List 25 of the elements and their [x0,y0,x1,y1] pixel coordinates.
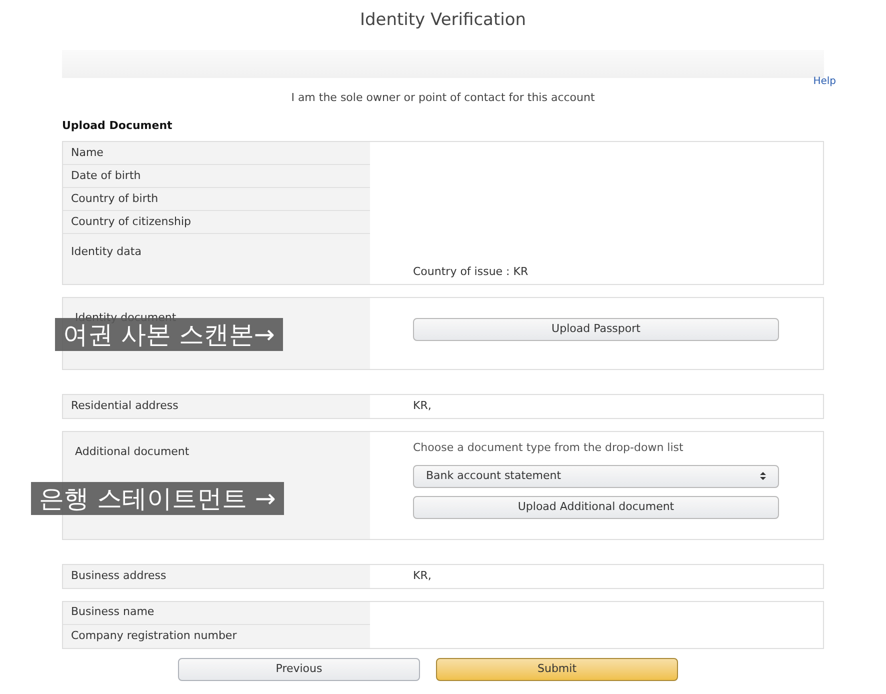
document-type-select[interactable]: Bank account statement [413,464,779,488]
owner-statement: I am the sole owner or point of contact for this account [290,90,596,106]
field-label: Business name [71,604,154,620]
field-label: Residential address [71,398,178,414]
upload-button[interactable]: Upload Passport [413,318,779,341]
section-heading: Upload Document [62,119,172,132]
field-label: Date of birth [71,168,141,184]
field-label: Additional document [75,445,190,458]
updown-icon [760,472,766,480]
field-value: KR, [413,398,432,414]
upload-button[interactable]: Upload Additional document [413,496,779,518]
field-label: Business address [71,568,166,584]
field-value: Country of issue : KR [413,264,528,280]
field-value: KR, [413,568,432,584]
field-label: Identity data [71,245,142,258]
previous-button[interactable]: Previous [178,658,420,680]
page-title: Identity Verification [360,9,526,32]
field-label: Name [71,144,104,161]
field-label: Country of birth [71,190,158,207]
annotation-label: 은행 스테이트먼트 → [31,482,284,514]
help-link[interactable]: Help [813,74,836,88]
submit-button[interactable]: Submit [436,658,678,680]
field-label: Company registration number [71,628,237,644]
hint-text: Choose a document type from the drop-down list [413,440,684,456]
field-label: Country of citizenship [71,214,192,230]
